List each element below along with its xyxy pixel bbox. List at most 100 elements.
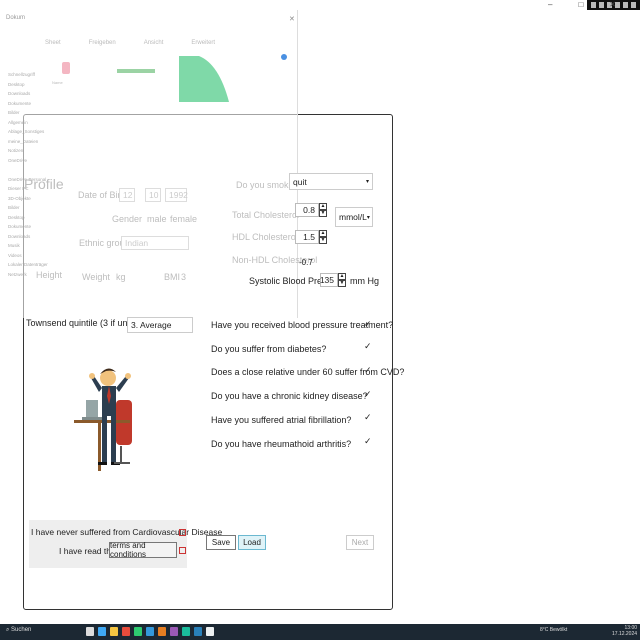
- maximize-icon[interactable]: □: [578, 0, 583, 9]
- total-chol-stepper[interactable]: ▲ ▼: [319, 203, 327, 217]
- visual-studio-icon[interactable]: [170, 627, 178, 636]
- nav-item[interactable]: Desktop: [8, 82, 48, 92]
- list-header[interactable]: Name: [52, 80, 172, 86]
- dob-year-field[interactable]: 1992: [165, 188, 188, 202]
- edge-icon[interactable]: [98, 627, 106, 636]
- nav-item[interactable]: Musik: [8, 243, 48, 253]
- down-icon[interactable]: ▼: [319, 237, 327, 244]
- up-icon[interactable]: ▲: [338, 273, 346, 280]
- help-icon[interactable]: [281, 54, 287, 60]
- bp-field[interactable]: 135: [320, 273, 338, 287]
- taskbar: ⌕ Suchen 8°C Bewölkt 13:00 17.12.2024: [0, 624, 640, 640]
- gender-male-option[interactable]: male: [147, 214, 167, 224]
- hdl-field[interactable]: 1.5: [295, 230, 319, 244]
- taskbar-search[interactable]: ⌕ Suchen: [6, 627, 31, 634]
- folder-icon[interactable]: [110, 627, 118, 636]
- question-relative-cvd: Does a close relative under 60 suffer fr…: [211, 367, 405, 377]
- nav-item[interactable]: Downloads: [8, 234, 48, 244]
- height-label: Height: [36, 270, 63, 280]
- nav-item[interactable]: Dokumente: [8, 101, 48, 111]
- close-icon[interactable]: ✕: [289, 15, 295, 23]
- app-icon[interactable]: [146, 627, 154, 636]
- nav-item[interactable]: Schnellzugriff: [8, 72, 48, 82]
- checkbox-kidney[interactable]: ✓: [364, 390, 373, 399]
- chevron-down-icon: ▾: [365, 179, 369, 185]
- progress-bar: [117, 69, 155, 73]
- nav-item[interactable]: Notizen: [8, 148, 48, 158]
- clock[interactable]: 13:00 17.12.2024: [612, 625, 637, 637]
- hdl-label: HDL Cholesterol: [232, 232, 298, 242]
- task-view-icon[interactable]: [86, 627, 94, 636]
- weather-tray[interactable]: 8°C Bewölkt: [540, 627, 567, 633]
- chevron-down-icon: ▾: [366, 214, 370, 221]
- nav-item[interactable]: meine_Dateien: [8, 139, 48, 149]
- weight-label: Weight: [82, 272, 110, 282]
- app-icon[interactable]: [631, 2, 636, 8]
- nav-item[interactable]: OneDrive: [8, 158, 48, 168]
- dob-month-field[interactable]: 10: [145, 188, 161, 202]
- ribbon-tab[interactable]: Erweitert: [191, 40, 215, 46]
- preview-thumbnail: [179, 56, 229, 102]
- ribbon-tab[interactable]: Ansicht: [144, 40, 164, 46]
- terms-checkbox[interactable]: [179, 547, 186, 554]
- nav-item[interactable]: Ablage_Sonstiges: [8, 129, 48, 139]
- smoke-select[interactable]: quit ▾: [289, 173, 373, 190]
- chol-unit-select[interactable]: mmol/L ▾: [335, 207, 373, 227]
- ethnic-select[interactable]: Indian: [121, 236, 189, 250]
- app-icon[interactable]: [134, 627, 142, 636]
- load-button[interactable]: Load: [238, 535, 266, 550]
- nav-item[interactable]: Downloads: [8, 91, 48, 101]
- app-icon[interactable]: [158, 627, 166, 636]
- save-button[interactable]: Save: [206, 535, 236, 550]
- checkbox-diabetes[interactable]: ✓: [364, 342, 373, 351]
- nonhdl-value: -0.7: [299, 258, 313, 267]
- total-chol-field[interactable]: 0.8: [295, 203, 319, 217]
- ribbon-tab[interactable]: Freigeben: [89, 40, 116, 46]
- never-cvd-checkbox[interactable]: [179, 529, 186, 536]
- hdl-stepper[interactable]: ▲ ▼: [319, 230, 327, 244]
- search-icon: ⌕: [6, 627, 10, 633]
- weight-unit: kg: [116, 272, 126, 282]
- vscode-icon[interactable]: [194, 627, 202, 636]
- nav-item[interactable]: Dokumente: [8, 224, 48, 234]
- app-icon[interactable]: [623, 2, 628, 8]
- window-top-bar: – □ ✕: [0, 0, 640, 10]
- nav-item[interactable]: Videos: [8, 253, 48, 263]
- terms-button[interactable]: terms and conditions: [109, 541, 177, 559]
- next-button[interactable]: Next: [346, 535, 374, 550]
- nav-item[interactable]: Bilder: [8, 205, 48, 215]
- window-controls: – □ ✕: [548, 0, 616, 9]
- never-cvd-label: I have never suffered from Cardiovascula…: [31, 527, 223, 537]
- bp-unit: mm Hg: [350, 276, 379, 286]
- question-atrial-fibrillation: Have you suffered atrial fibrillation?: [211, 415, 352, 425]
- down-icon[interactable]: ▼: [338, 280, 346, 287]
- checkbox-bp-treatment[interactable]: ✓: [364, 320, 373, 329]
- app-icon[interactable]: [122, 627, 130, 636]
- townsend-select[interactable]: 3. Average: [127, 317, 193, 333]
- dob-day-field[interactable]: 12: [119, 188, 135, 202]
- up-icon[interactable]: ▲: [319, 203, 327, 210]
- checkbox-atrial-fibrillation[interactable]: ✓: [364, 413, 373, 422]
- profile-title: Profile: [24, 176, 64, 192]
- checkbox-relative-cvd[interactable]: ✓: [364, 366, 373, 375]
- nav-item[interactable]: Allgemein: [8, 120, 48, 130]
- nav-item[interactable]: 3D-Objekte: [8, 196, 48, 206]
- question-diabetes: Do you suffer from diabetes?: [211, 344, 327, 354]
- close-icon[interactable]: ✕: [609, 0, 616, 9]
- up-icon[interactable]: ▲: [319, 230, 327, 237]
- app-icon[interactable]: [182, 627, 190, 636]
- minimize-icon[interactable]: –: [548, 0, 552, 9]
- pdf-file-icon: [62, 62, 70, 74]
- explorer-file-list: Name: [52, 80, 172, 86]
- explorer-ribbon-tabs: Sheet Freigeben Ansicht Erweitert: [45, 40, 215, 46]
- down-icon[interactable]: ▼: [319, 210, 327, 217]
- question-arthritis: Do you have rheumathoid arthritis?: [211, 439, 352, 449]
- total-chol-label: Total Cholesterol: [232, 210, 300, 220]
- ribbon-tab[interactable]: Sheet: [45, 40, 61, 46]
- gender-female-option[interactable]: female: [170, 214, 197, 224]
- app-icon[interactable]: [206, 627, 214, 636]
- nav-item[interactable]: Bilder: [8, 110, 48, 120]
- checkbox-arthritis[interactable]: ✓: [364, 437, 373, 446]
- nav-item[interactable]: Desktop: [8, 215, 48, 225]
- bp-stepper[interactable]: ▲ ▼: [338, 273, 346, 287]
